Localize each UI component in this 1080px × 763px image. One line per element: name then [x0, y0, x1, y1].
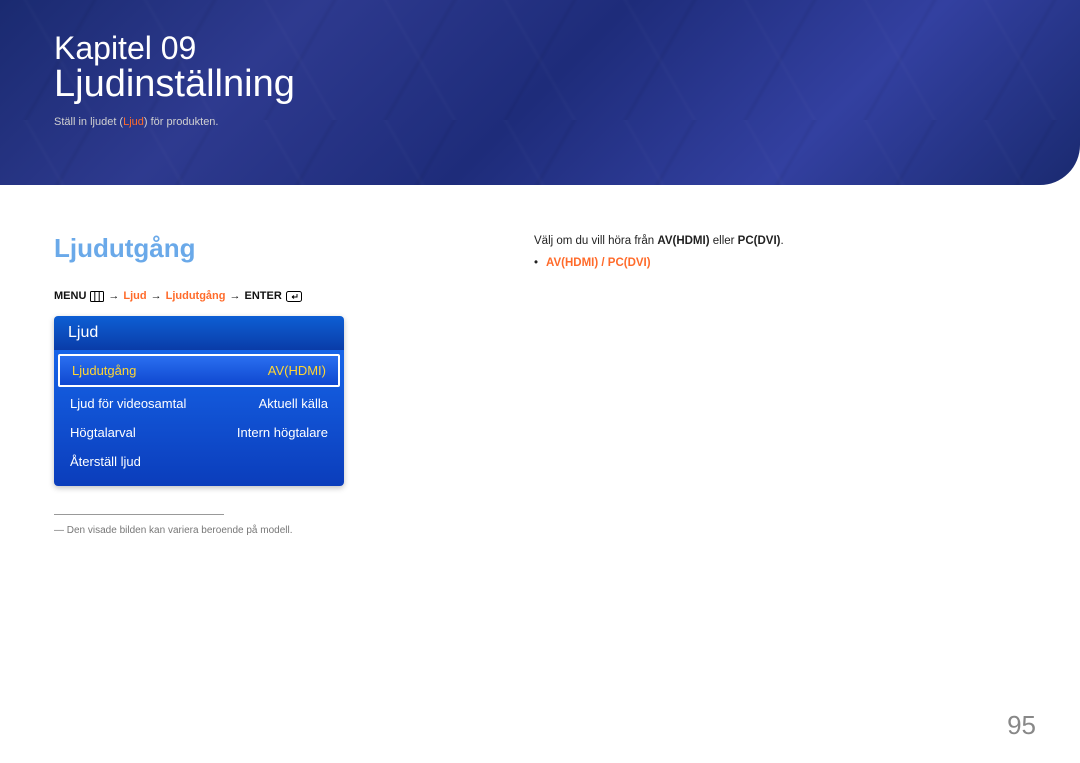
enter-icon — [286, 291, 302, 302]
section-heading: Ljudutgång — [54, 233, 474, 264]
footnote-divider — [54, 514, 224, 515]
osd-panel: Ljud Ljudutgång AV(HDMI) Ljud för videos… — [54, 316, 344, 486]
osd-row-aterstall[interactable]: Återställ ljud — [58, 447, 340, 476]
option-values: AV(HDMI) / PC(DVI) — [546, 257, 651, 269]
menu-label: MENU — [54, 290, 86, 302]
description-line: Välj om du vill höra från AV(HDMI) eller… — [534, 235, 1026, 247]
osd-row-ljudutgang[interactable]: Ljudutgång AV(HDMI) — [58, 354, 340, 387]
footnote-text: ― Den visade bilden kan variera beroende… — [54, 525, 474, 536]
page-number: 95 — [1007, 710, 1036, 741]
left-column: Ljudutgång MENU → Ljud → Ljudutgång → EN… — [54, 233, 474, 536]
menu-path: MENU → Ljud → Ljudutgång → ENTER — [54, 290, 474, 302]
osd-header: Ljud — [54, 316, 344, 350]
osd-row-hogtalarval[interactable]: Högtalarval Intern högtalare — [58, 418, 340, 447]
osd-row-videosamtal[interactable]: Ljud för videosamtal Aktuell källa — [58, 389, 340, 418]
enter-label: ENTER — [244, 290, 281, 302]
bullet-dot: • — [534, 257, 538, 269]
banner-caption: Ställ in ljudet (Ljud) för produkten. — [54, 116, 1026, 128]
content-area: Ljudutgång MENU → Ljud → Ljudutgång → EN… — [0, 185, 1080, 536]
chapter-number: Kapitel 09 — [54, 30, 1026, 67]
menu-grid-icon — [90, 291, 104, 302]
menu-step-ljudutgang: Ljudutgång — [166, 290, 226, 302]
osd-body: Ljudutgång AV(HDMI) Ljud för videosamtal… — [54, 350, 344, 486]
menu-step-ljud: Ljud — [123, 290, 146, 302]
option-bullet: • AV(HDMI) / PC(DVI) — [534, 257, 1026, 269]
chapter-title: Ljudinställning — [54, 63, 1026, 106]
chapter-banner: Kapitel 09 Ljudinställning Ställ in ljud… — [0, 0, 1080, 185]
right-column: Välj om du vill höra från AV(HDMI) eller… — [534, 233, 1026, 536]
